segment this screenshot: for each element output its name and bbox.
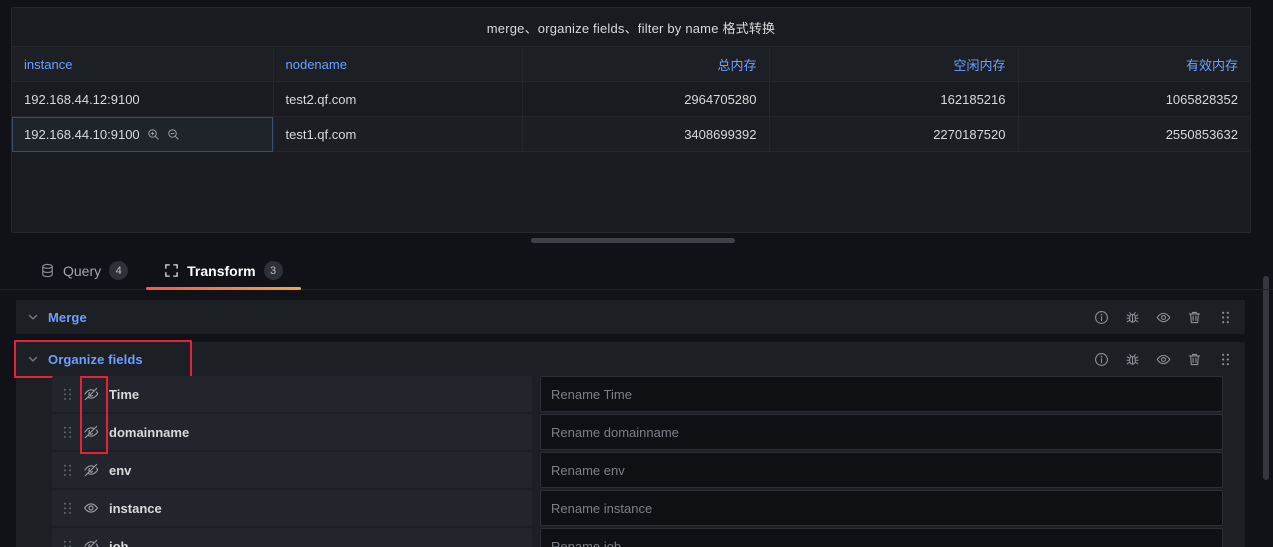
eye-icon[interactable] (1156, 352, 1171, 367)
organize-fields-list: Time Rename Time domainname Rename domai… (16, 376, 1245, 547)
drag-handle-icon[interactable] (62, 501, 73, 516)
rename-input-instance[interactable] (540, 490, 1223, 526)
tab-transform-badge: 3 (263, 261, 283, 280)
field-left-domainname: domainname (52, 414, 532, 450)
field-name-job: job (109, 538, 129, 547)
rename-input-job[interactable] (540, 528, 1223, 547)
cell-nodename[interactable]: test2.qf.com (273, 81, 523, 117)
field-name-instance: instance (109, 500, 162, 516)
info-icon[interactable] (1094, 352, 1109, 367)
eye-slash-icon[interactable] (83, 462, 99, 478)
transform-list: Merge Organize fields Time Rename Time d… (0, 300, 1261, 547)
cell-instance[interactable]: 192.168.44.12:9100 (12, 81, 274, 117)
transform-title-merge: Merge (48, 309, 87, 325)
eye-icon[interactable] (83, 500, 99, 516)
grafana-panel-editor: merge、organize fields、filter by name 格式转… (0, 0, 1273, 547)
eye-icon[interactable] (1156, 310, 1171, 325)
data-table: instance nodename 总内存 空闲内存 有效内存 192.168.… (12, 46, 1250, 152)
field-name-time: Time (109, 386, 140, 402)
drag-handle-icon[interactable] (1218, 352, 1233, 367)
trash-icon[interactable] (1187, 352, 1202, 367)
column-header-instance[interactable]: instance (12, 46, 274, 82)
field-row: domainname (52, 414, 1223, 450)
tab-transform[interactable]: Transform 3 (146, 252, 302, 290)
eye-slash-icon[interactable] (83, 424, 99, 440)
trash-icon[interactable] (1187, 310, 1202, 325)
drag-handle-icon[interactable] (62, 463, 73, 478)
field-left-env: env (52, 452, 532, 488)
drag-handle-icon[interactable] (62, 539, 73, 547)
field-left-instance: instance (52, 490, 532, 526)
debug-bug-icon[interactable] (1125, 352, 1140, 367)
cell-free-memory[interactable]: 2270187520 (769, 116, 1019, 152)
visualization-panel: merge、organize fields、filter by name 格式转… (11, 7, 1251, 233)
transform-actions (1094, 310, 1233, 325)
transform-header-merge[interactable]: Merge (16, 300, 1245, 334)
column-header-available-memory[interactable]: 有效内存 (1018, 46, 1250, 82)
field-name-env: env (109, 462, 132, 478)
debug-bug-icon[interactable] (1125, 310, 1140, 325)
tab-query[interactable]: Query 4 (22, 252, 146, 289)
tab-transform-label: Transform (187, 262, 256, 279)
cell-available-memory[interactable]: 1065828352 (1018, 81, 1250, 117)
cell-instance-text: 192.168.44.10:9100 (24, 126, 140, 142)
transform-header-organize-fields[interactable]: Organize fields (16, 342, 1245, 376)
table-header-row: instance nodename 总内存 空闲内存 有效内存 (12, 46, 1250, 82)
transform-card-organize-fields: Organize fields Time Rename Time domainn… (14, 340, 1245, 547)
tab-query-badge: 4 (109, 261, 129, 280)
cell-total-memory[interactable]: 3408699392 (522, 116, 770, 152)
column-header-total-memory[interactable]: 总内存 (522, 46, 770, 82)
panel-horizontal-scrollbar[interactable] (531, 238, 735, 243)
drag-handle-icon[interactable] (62, 387, 73, 402)
table-row: 192.168.44.12:9100 test2.qf.com 29647052… (12, 81, 1250, 117)
column-header-free-memory[interactable]: 空闲内存 (769, 46, 1019, 82)
info-icon[interactable] (1094, 310, 1109, 325)
column-header-nodename[interactable]: nodename (273, 46, 523, 82)
field-row: Time (52, 376, 1223, 412)
chevron-down-icon[interactable] (26, 310, 40, 324)
field-row: job (52, 528, 1223, 547)
eye-slash-icon[interactable] (83, 386, 99, 402)
field-name-domainname: domainname (109, 424, 190, 440)
cell-free-memory[interactable]: 162185216 (769, 81, 1019, 117)
transform-title-organize-fields: Organize fields (48, 351, 143, 367)
database-icon (40, 263, 55, 278)
eye-slash-icon[interactable] (83, 538, 99, 547)
table-empty-area (12, 152, 1250, 232)
field-row: env (52, 452, 1223, 488)
cell-nodename[interactable]: test1.qf.com (273, 116, 523, 152)
page-vertical-scrollbar[interactable] (1263, 276, 1269, 480)
chevron-down-icon[interactable] (26, 352, 40, 366)
panel-header: merge、organize fields、filter by name 格式转… (12, 8, 1250, 46)
rename-input-domainname[interactable] (540, 414, 1223, 450)
rename-input-time[interactable] (540, 376, 1223, 412)
transform-icon (164, 263, 179, 278)
editor-tabs: Query 4 Transform 3 (0, 252, 1273, 290)
field-left-job: job (52, 528, 532, 547)
drag-handle-icon[interactable] (62, 425, 73, 440)
field-row: instance (52, 490, 1223, 526)
transform-card-merge: Merge (16, 300, 1245, 334)
rename-input-env[interactable] (540, 452, 1223, 488)
zoom-out-icon[interactable] (167, 128, 180, 141)
panel-title: merge、organize fields、filter by name 格式转… (486, 20, 776, 36)
cell-available-memory[interactable]: 2550853632 (1018, 116, 1250, 152)
cell-total-memory[interactable]: 2964705280 (522, 81, 770, 117)
zoom-in-icon[interactable] (147, 128, 160, 141)
cell-instance[interactable]: 192.168.44.10:9100 (12, 116, 274, 152)
table-row: 192.168.44.10:9100 test1.qf.com 34086993… (12, 116, 1250, 152)
drag-handle-icon[interactable] (1218, 310, 1233, 325)
transform-actions (1094, 352, 1233, 367)
tab-query-label: Query (63, 262, 102, 279)
field-left-time: Time (52, 376, 532, 412)
